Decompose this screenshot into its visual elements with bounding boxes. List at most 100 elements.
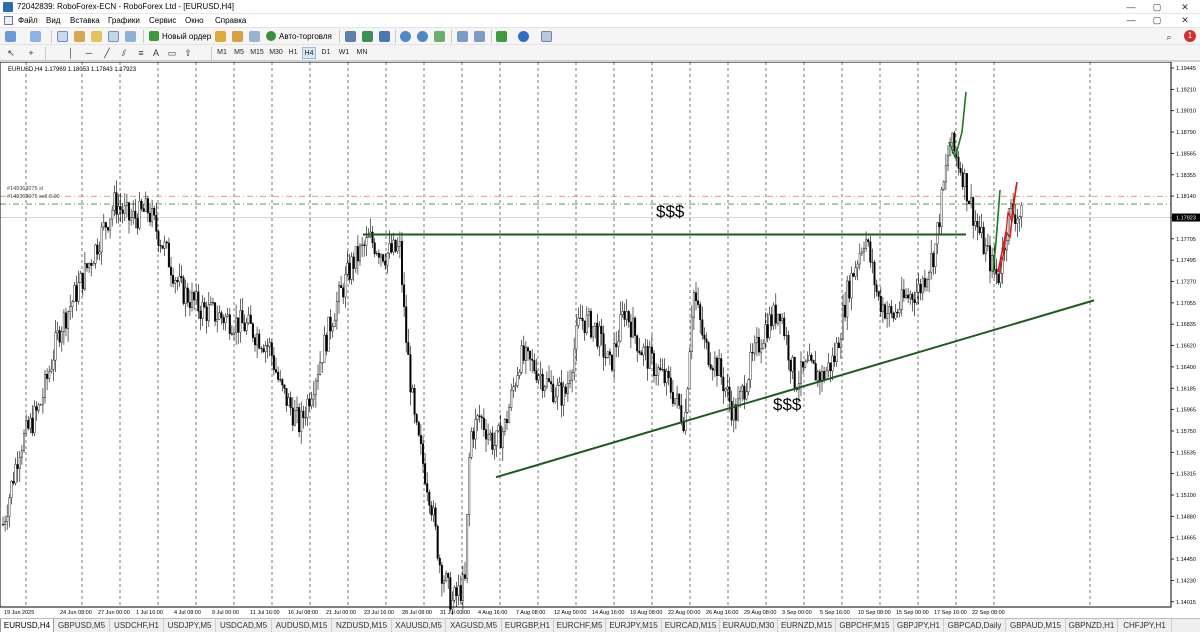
tile-windows-icon[interactable]: [434, 31, 445, 42]
minimize-button[interactable]: —: [1118, 0, 1144, 14]
candle-body: [1016, 218, 1019, 224]
menu-window[interactable]: Окно: [185, 15, 204, 26]
candle-body: [764, 324, 767, 344]
chart-tab[interactable]: GBPUSD,M5: [54, 619, 110, 632]
menu-bar: Файл Вид Вставка Графики Сервис Окно Спр…: [0, 14, 1200, 27]
periods-icon[interactable]: [518, 31, 529, 42]
chart-tab[interactable]: XAUUSD,M5: [392, 619, 446, 632]
fibonacci-icon[interactable]: ≡: [135, 47, 147, 59]
chart-close-button[interactable]: ✕: [1172, 14, 1198, 27]
timeframe-mn[interactable]: MN: [354, 47, 370, 59]
candle-body: [957, 156, 960, 169]
timeframe-w1[interactable]: W1: [337, 47, 351, 59]
arrows-icon[interactable]: ⇧: [182, 47, 194, 59]
chart-tab[interactable]: CHFJPY,H1: [1118, 619, 1172, 632]
vertical-line-icon[interactable]: │: [65, 47, 77, 59]
chart-tab[interactable]: AUDUSD,M15: [272, 619, 332, 632]
chart-tab[interactable]: GBPJPY,H1: [894, 619, 944, 632]
crosshair-icon[interactable]: +: [25, 47, 37, 59]
candle-body: [88, 263, 91, 269]
chart-tab[interactable]: EURCHF,M5: [554, 619, 606, 632]
timeframe-d1[interactable]: D1: [319, 47, 333, 59]
market-watch-icon[interactable]: [57, 31, 68, 42]
strategy-tester-icon[interactable]: [125, 31, 136, 42]
candle-body: [808, 355, 811, 361]
chart-tab[interactable]: EURJPY,M15: [606, 619, 662, 632]
chart-tab[interactable]: EURAUD,M30: [720, 619, 778, 632]
timeframe-h1[interactable]: H1: [286, 47, 300, 59]
chart-tab[interactable]: USDCAD,M5: [216, 619, 272, 632]
chart-tab[interactable]: USDCHF,H1: [110, 619, 164, 632]
candle-body: [155, 215, 158, 232]
candle-body: [871, 261, 874, 263]
chart-tab[interactable]: EURCAD,M15: [662, 619, 720, 632]
chart-tab[interactable]: XAGUSD,M5: [446, 619, 502, 632]
timeframe-m15[interactable]: M15: [248, 47, 266, 59]
candle-body: [566, 383, 569, 394]
autoscroll-icon[interactable]: [474, 31, 485, 42]
chart-tab[interactable]: GBPAUD,M15: [1006, 619, 1066, 632]
horizontal-line-icon[interactable]: ─: [83, 47, 95, 59]
line-chart-icon[interactable]: [379, 31, 390, 42]
x-tick-label: 17 Sep 16:00: [934, 610, 967, 616]
chart-tab[interactable]: GBPCHF,M15: [836, 619, 894, 632]
candle-body: [92, 262, 95, 266]
menu-view[interactable]: Вид: [46, 15, 60, 26]
bar-chart-icon[interactable]: [345, 31, 356, 42]
indicators-icon[interactable]: [496, 31, 507, 42]
chart-shift-icon[interactable]: [457, 31, 468, 42]
timeframe-h4[interactable]: H4: [302, 47, 316, 59]
trendline-icon[interactable]: ╱: [101, 47, 113, 59]
timeframe-m5[interactable]: M5: [232, 47, 246, 59]
price-chart[interactable]: 19 Jun 2025 24 Jun 08:00 27 Jun 00:00 1 Jul…: [0, 62, 1200, 619]
maximize-button[interactable]: ▢: [1144, 0, 1170, 14]
terminal-icon[interactable]: [108, 31, 119, 42]
chart-tab[interactable]: NZDUSD,M15: [332, 619, 392, 632]
auto-trading-button[interactable]: Авто-торговля: [266, 30, 332, 43]
chart-tab[interactable]: EURGBP,H1: [502, 619, 554, 632]
metaeditor-icon[interactable]: [215, 31, 226, 42]
candlestick-chart-icon[interactable]: [362, 31, 373, 42]
timeframe-m30[interactable]: M30: [267, 47, 285, 59]
chart-window[interactable]: 19 Jun 2025 24 Jun 08:00 27 Jun 00:00 1 Jul…: [0, 61, 1200, 618]
chart-tab[interactable]: GBPCAD,Daily: [944, 619, 1006, 632]
notification-badge[interactable]: 1: [1184, 30, 1196, 42]
signals-icon[interactable]: [249, 31, 260, 42]
navigator-icon[interactable]: [91, 31, 102, 42]
profiles-icon[interactable]: [30, 31, 41, 42]
cursor-icon[interactable]: ↖: [5, 47, 17, 59]
menu-tools[interactable]: Сервис: [149, 15, 176, 26]
candle-body: [768, 314, 771, 339]
candle-body: [138, 200, 141, 229]
text-icon[interactable]: A: [150, 47, 162, 59]
candle-body: [356, 246, 359, 262]
chart-tab[interactable]: USDJPY,M5: [164, 619, 216, 632]
chart-minimize-button[interactable]: —: [1118, 14, 1144, 27]
templates-icon[interactable]: [541, 31, 552, 42]
chart-restore-button[interactable]: ▢: [1144, 14, 1170, 27]
label-icon[interactable]: ▭: [166, 47, 178, 59]
new-order-button[interactable]: Новый ордер: [149, 30, 211, 43]
zoom-out-icon[interactable]: [417, 31, 428, 42]
candle-body: [302, 410, 305, 418]
menu-help[interactable]: Справка: [215, 15, 246, 26]
zoom-in-icon[interactable]: [400, 31, 411, 42]
channel-icon[interactable]: ⫽: [118, 47, 130, 59]
close-button[interactable]: ✕: [1172, 0, 1198, 14]
chart-tab[interactable]: EURUSD,H4: [0, 619, 54, 632]
y-tick-label: 1.15100: [1176, 493, 1196, 499]
candle-body: [201, 302, 204, 319]
new-chart-icon[interactable]: [5, 31, 16, 42]
chart-tab[interactable]: GBPNZD,H1: [1066, 619, 1118, 632]
chart-tab[interactable]: EURNZD,M15: [778, 619, 836, 632]
menu-file[interactable]: Файл: [18, 15, 38, 26]
y-tick-label: 1.19210: [1176, 87, 1196, 93]
menu-charts[interactable]: Графики: [108, 15, 140, 26]
search-icon[interactable]: ⌕: [1163, 31, 1175, 43]
expert-icon[interactable]: [232, 31, 243, 42]
candle-body: [384, 261, 387, 266]
menu-insert[interactable]: Вставка: [70, 15, 100, 26]
candle-body: [548, 378, 551, 382]
data-window-icon[interactable]: [74, 31, 85, 42]
timeframe-m1[interactable]: M1: [215, 47, 229, 59]
